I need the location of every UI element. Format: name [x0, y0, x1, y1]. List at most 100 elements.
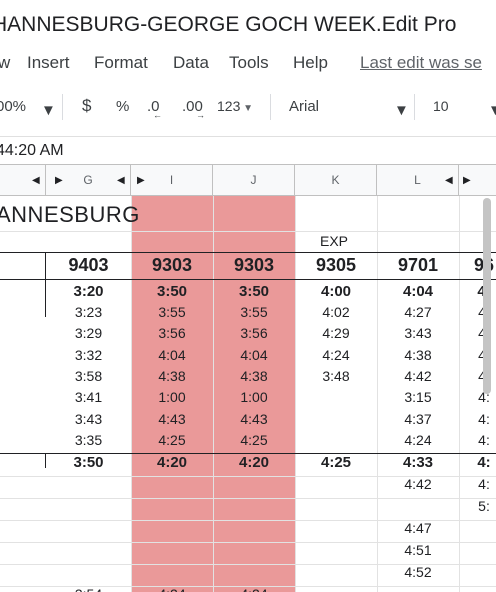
- time-cell[interactable]: 4:51: [377, 542, 459, 558]
- column-header-j[interactable]: J: [213, 165, 295, 196]
- sheet-banner-title[interactable]: ANNESBURG: [0, 202, 140, 228]
- menu-view[interactable]: w: [0, 53, 10, 73]
- time-cell[interactable]: 4:42: [377, 368, 459, 384]
- time-cell[interactable]: 3:20: [46, 283, 131, 300]
- time-cell[interactable]: 4:25: [131, 432, 213, 448]
- time-cell[interactable]: 3:58: [46, 368, 131, 384]
- time-cell[interactable]: 4:00: [295, 283, 377, 300]
- menu-bar: w Insert Format Data Tools Help Last edi…: [0, 44, 496, 80]
- decrease-decimal-button[interactable]: .0 ←: [147, 98, 162, 120]
- document-title[interactable]: HANNESBURG-GEORGE GOCH WEEK.Edit Pro: [0, 13, 456, 37]
- time-cell[interactable]: 3:50: [131, 283, 213, 300]
- gridline: [0, 498, 496, 499]
- number-format-select[interactable]: 123 ▼: [217, 98, 253, 114]
- time-cell[interactable]: 4:24: [213, 586, 295, 592]
- time-cell[interactable]: 4:: [459, 411, 496, 427]
- time-cell[interactable]: 4:27: [377, 304, 459, 320]
- time-cell[interactable]: 3:50: [46, 454, 131, 471]
- time-cell[interactable]: 3:50: [213, 283, 295, 300]
- column-headers: ◀ G ▶ ◀ I ▶ J K L ◀ ▶: [0, 164, 496, 196]
- arrow-right-icon[interactable]: ▶: [137, 165, 145, 196]
- time-cell[interactable]: 4:02: [295, 304, 377, 320]
- time-cell[interactable]: 4:20: [131, 454, 213, 471]
- time-cell[interactable]: 4:25: [213, 432, 295, 448]
- font-size-input[interactable]: 10: [433, 98, 449, 114]
- menu-format[interactable]: Format: [94, 53, 148, 73]
- time-cell[interactable]: 4:24: [131, 586, 213, 592]
- zoom-select[interactable]: 00%: [0, 98, 26, 115]
- time-cell[interactable]: 5:: [459, 498, 496, 514]
- time-cell[interactable]: 1:00: [131, 389, 213, 405]
- time-cell[interactable]: 4:: [459, 432, 496, 448]
- time-cell[interactable]: 4:38: [377, 347, 459, 363]
- time-cell[interactable]: 3:29: [46, 325, 131, 341]
- arrow-left-icon[interactable]: ◀: [117, 165, 125, 196]
- time-cell[interactable]: 4:25: [295, 454, 377, 471]
- time-cell[interactable]: 3:55: [213, 304, 295, 320]
- formula-bar: 44:20 AM: [0, 136, 496, 164]
- time-cell[interactable]: 3:23: [46, 304, 131, 320]
- time-cell[interactable]: 3:56: [213, 325, 295, 341]
- increase-decimal-button[interactable]: .00 →: [182, 98, 205, 120]
- time-cell[interactable]: 4:24: [377, 432, 459, 448]
- route-number-cell[interactable]: 9701: [377, 255, 459, 276]
- time-cell[interactable]: 4:20: [213, 454, 295, 471]
- arrow-right-icon[interactable]: ▶: [55, 165, 63, 196]
- toolbar-separator: [62, 94, 63, 120]
- time-cell[interactable]: 4:: [459, 454, 496, 471]
- time-cell[interactable]: 4:29: [295, 325, 377, 341]
- time-cell[interactable]: 4:04: [377, 283, 459, 300]
- time-cell[interactable]: 4:47: [377, 520, 459, 536]
- time-cell[interactable]: 3:32: [46, 347, 131, 363]
- toolbar-separator: [270, 94, 271, 120]
- cell-border: [0, 279, 496, 280]
- route-number-cell[interactable]: 9403: [46, 255, 131, 276]
- time-cell[interactable]: 4:33: [377, 454, 459, 471]
- time-cell[interactable]: 4:37: [377, 411, 459, 427]
- time-cell[interactable]: 4:43: [213, 411, 295, 427]
- time-cell[interactable]: 4:52: [377, 564, 459, 580]
- percent-format-button[interactable]: %: [116, 98, 129, 115]
- time-cell[interactable]: 3:41: [46, 389, 131, 405]
- column-header-partial[interactable]: [459, 165, 496, 196]
- time-cell[interactable]: 4:24: [295, 347, 377, 363]
- chevron-down-icon: ▼: [394, 102, 409, 119]
- exp-label[interactable]: EXP: [320, 233, 348, 249]
- time-cell[interactable]: 3:43: [377, 325, 459, 341]
- time-cell[interactable]: 4:38: [131, 368, 213, 384]
- vertical-scrollbar[interactable]: [483, 198, 491, 394]
- menu-tools[interactable]: Tools: [229, 53, 269, 73]
- time-cell[interactable]: 3:55: [131, 304, 213, 320]
- time-cell[interactable]: 1:00: [213, 389, 295, 405]
- sheet-grid[interactable]: ANNESBURG EXP 94039303930393059701963:20…: [0, 196, 496, 592]
- arrow-left-icon[interactable]: ◀: [445, 165, 453, 196]
- arrow-left-icon[interactable]: ◀: [32, 165, 40, 196]
- last-edit-link[interactable]: Last edit was se: [360, 53, 482, 73]
- formula-input[interactable]: 44:20 AM: [0, 142, 64, 160]
- menu-data[interactable]: Data: [173, 53, 209, 73]
- time-cell[interactable]: 3:54: [46, 586, 131, 592]
- chevron-down-icon: ▼: [488, 102, 496, 119]
- time-cell[interactable]: 4:: [459, 476, 496, 492]
- time-cell[interactable]: 3:35: [46, 432, 131, 448]
- time-cell[interactable]: 3:56: [131, 325, 213, 341]
- time-cell[interactable]: 4:38: [213, 368, 295, 384]
- time-cell[interactable]: 4:04: [131, 347, 213, 363]
- font-select[interactable]: Arial: [289, 98, 319, 115]
- title-bar: HANNESBURG-GEORGE GOCH WEEK.Edit Pro: [0, 0, 496, 44]
- route-number-cell[interactable]: 9303: [131, 255, 213, 276]
- time-cell[interactable]: 3:15: [377, 389, 459, 405]
- menu-insert[interactable]: Insert: [27, 53, 70, 73]
- column-header-k[interactable]: K: [295, 165, 377, 196]
- time-cell[interactable]: 3:43: [46, 411, 131, 427]
- chevron-down-icon: ▼: [240, 103, 254, 114]
- time-cell[interactable]: 3:48: [295, 368, 377, 384]
- time-cell[interactable]: 4:04: [213, 347, 295, 363]
- route-number-cell[interactable]: 9303: [213, 255, 295, 276]
- time-cell[interactable]: 4:43: [131, 411, 213, 427]
- time-cell[interactable]: 4:42: [377, 476, 459, 492]
- currency-format-button[interactable]: $: [82, 96, 91, 116]
- gridline: [0, 231, 496, 232]
- menu-help[interactable]: Help: [293, 53, 328, 73]
- route-number-cell[interactable]: 9305: [295, 255, 377, 276]
